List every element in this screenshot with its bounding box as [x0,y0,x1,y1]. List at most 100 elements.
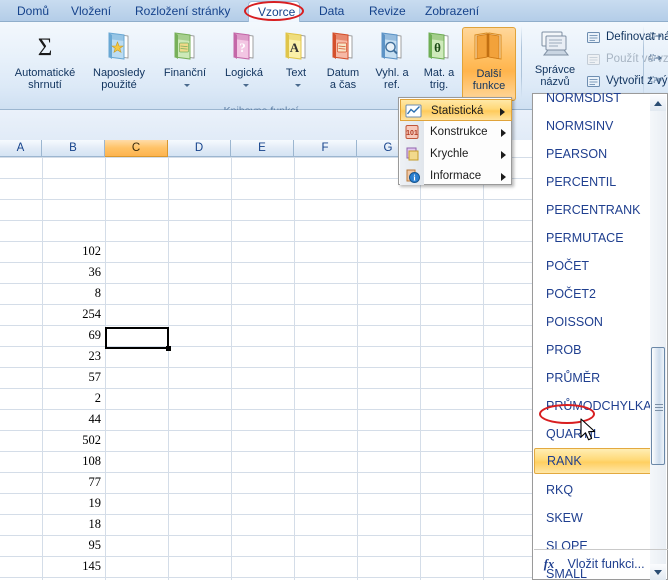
trace-precedents-row[interactable]: Pře [648,29,668,46]
tab-dom-[interactable]: Domů [8,1,58,22]
cell-B13[interactable]: 44 [42,409,105,429]
menu-item-informace[interactable]: i Informace [400,165,512,187]
cell-B9[interactable]: 69 [42,325,105,345]
morefuncs-button[interactable]: Další funkce [462,27,516,101]
function-item-poet[interactable]: POČET [534,252,652,280]
scroll-up-arrow-icon[interactable] [650,95,666,111]
lookup-label-1: Vyhl. a [375,67,409,79]
submenu-arrow-icon [500,108,505,116]
cell-B18[interactable]: 18 [42,514,105,534]
menu-item-label: Statistická [431,105,484,117]
text-button[interactable]: A Text [274,27,318,101]
chevron-down-icon[interactable] [243,83,249,87]
function-item-quartil[interactable]: QUARTIL [534,420,652,448]
chevron-down-icon[interactable] [184,83,190,87]
ribbon-tab-bar: Domů Vložení Rozložení stránky Vzorce Data Re… [0,0,668,22]
more-functions-menu[interactable]: Statistická 101 Konstrukce Krychle i Informac… [398,97,512,185]
menu-item-label: Krychle [430,148,469,160]
column-header-B[interactable]: B [42,140,105,157]
chevron-down-icon[interactable] [295,83,301,87]
cell-B19[interactable]: 95 [42,535,105,555]
cell-B10[interactable]: 23 [42,346,105,366]
tab-rozlo-en-str-nky[interactable]: Rozložení stránky [126,1,244,22]
function-item-prob[interactable]: PROB [534,336,652,364]
cell-B17[interactable]: 19 [42,493,105,513]
function-item-normsdist[interactable]: NORMSDIST [534,84,652,112]
menu-item-label: Konstrukce [430,126,488,138]
name-manager-button[interactable]: Správce názvů [526,29,584,88]
cell-B15[interactable]: 108 [42,451,105,471]
function-item-normsinv[interactable]: NORMSINV [534,112,652,140]
function-item-rkq[interactable]: RKQ [534,476,652,504]
cube-icon [404,146,421,162]
yellow-book-a-icon: A [274,30,318,65]
cell-B11[interactable]: 57 [42,367,105,387]
function-item-percentil[interactable]: PERCENTIL [534,168,652,196]
cell-B8[interactable]: 254 [42,304,105,324]
function-item-rank[interactable]: RANK [534,448,652,474]
column-header-F[interactable]: F [294,140,357,157]
datetime-label-1: Datum [326,67,360,79]
morefuncs-label-1: Další [476,68,502,80]
fill-handle[interactable] [166,346,171,351]
cell-B6[interactable]: 36 [42,262,105,282]
function-item-percentrank[interactable]: PERCENTRANK [534,196,652,224]
function-item-permutace[interactable]: PERMUTACE [534,224,652,252]
tab-label: Domů [17,4,50,18]
tab-label: Revize [369,4,406,18]
blue-book-magnifier-icon [368,30,416,65]
function-item-prmodchylka[interactable]: PRŮMODCHYLKA [534,392,652,420]
insert-function-label: Vložit funkci... [567,557,645,571]
menu-item-statistická[interactable]: Statistická [400,99,512,121]
tab-vzorce[interactable]: Vzorce [248,1,300,22]
svg-text:?: ? [239,40,246,55]
menu-item-krychle[interactable]: Krychle [400,143,512,165]
information-icon: i [404,168,421,184]
cell-B7[interactable]: 8 [42,283,105,303]
caret-row [274,79,318,91]
financial-button[interactable]: Finanční [156,27,214,101]
function-item-pearson[interactable]: PEARSON [534,140,652,168]
cell-B16[interactable]: 77 [42,472,105,492]
tab-zobrazen-[interactable]: Zobrazení [416,1,484,22]
trace-dependents-row[interactable]: Nás [648,51,668,68]
tab-label: Zobrazení [425,4,480,18]
cell-B12[interactable]: 2 [42,388,105,408]
recent-label-2: použité [101,79,137,91]
insert-function-row[interactable]: fx Vložit funkci... [534,550,668,578]
function-item-prmr[interactable]: PRŮMĚR [534,364,652,392]
column-header-C[interactable]: C [105,140,168,157]
datetime-button[interactable]: Datum a čas [318,27,368,101]
cell-B20[interactable]: 145 [42,556,105,576]
submenu-arrow-icon [501,173,506,181]
cell-B5[interactable]: 102 [42,241,105,261]
function-item-poisson[interactable]: POISSON [534,308,652,336]
autosum-label-1: Automatické [14,67,76,79]
recent-button[interactable]: Naposledy použité [84,27,154,101]
lookup-label-2: ref. [384,79,400,91]
scrollbar-thumb[interactable] [651,347,665,465]
tab-revize[interactable]: Revize [360,1,408,22]
cell-B14[interactable]: 502 [42,430,105,450]
tab-data[interactable]: Data [310,1,352,22]
orange-books-icon [463,31,515,66]
svg-text:A: A [290,40,300,55]
column-header-A[interactable]: A [0,140,42,157]
logical-button[interactable]: ? Logická [216,27,272,101]
column-header-D[interactable]: D [168,140,231,157]
mathtrig-button[interactable]: θ Mat. a trig. [416,27,462,101]
submenu-arrow-icon [501,151,506,159]
active-cell-selection[interactable] [105,327,169,349]
autosum-button[interactable]: Σ Automatické shrnutí [8,27,82,101]
recent-label-1: Naposledy [93,67,145,79]
function-item-poet2[interactable]: POČET2 [534,280,652,308]
statistical-function-list[interactable]: NORMSDIST NORMSINV PEARSON PERCENTIL PERCENT… [532,91,668,580]
menu-item-konstrukce[interactable]: 101 Konstrukce [400,121,512,143]
define-name-icon [586,30,602,45]
column-header-E[interactable]: E [231,140,294,157]
tab-vlo-en-[interactable]: Vložení [62,1,122,22]
function-list-scrollbar[interactable] [650,95,666,580]
lookup-button[interactable]: Vyhl. a ref. [368,27,416,101]
function-item-skew[interactable]: SKEW [534,504,652,532]
ribbon-group-function-library: Σ Automatické shrnutí Naposledy použité Finan… [0,23,522,105]
